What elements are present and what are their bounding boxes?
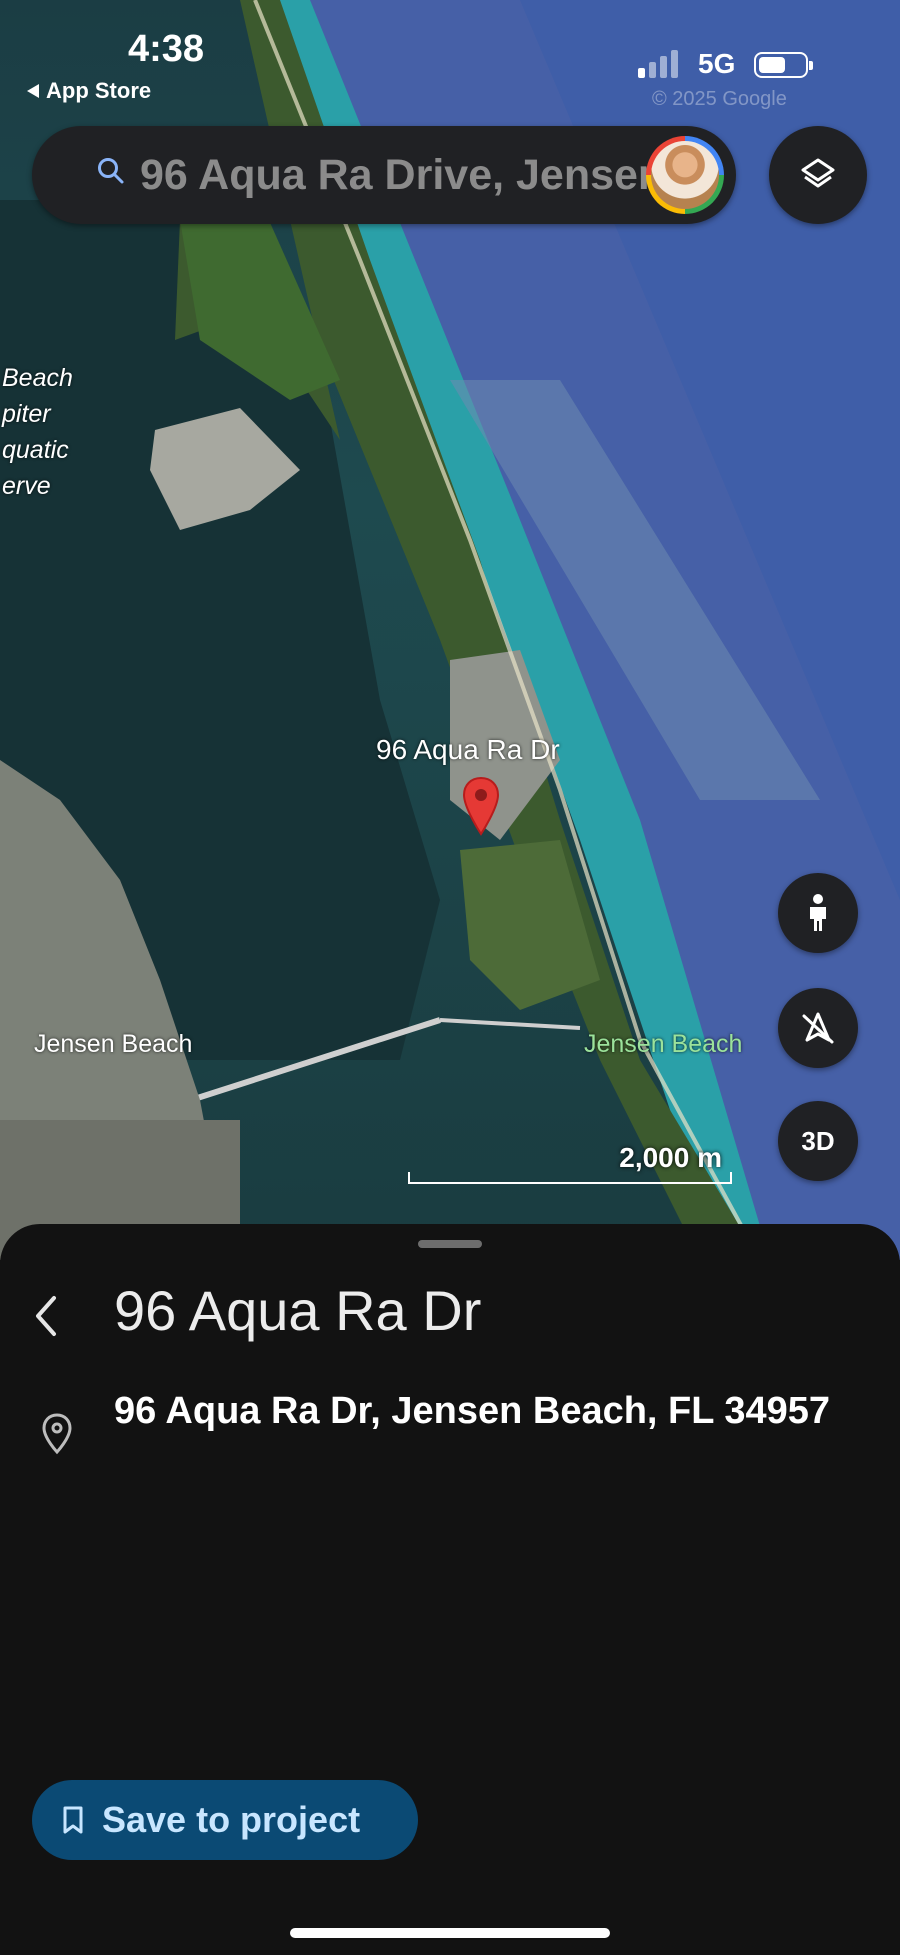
search-bar[interactable]: 96 Aqua Ra Drive, Jensen Beach xyxy=(32,126,736,224)
network-type: 5G xyxy=(698,48,736,79)
pin-label: 96 Aqua Ra Dr xyxy=(376,734,560,765)
place-address: 96 Aqua Ra Dr, Jensen Beach, FL 34957 xyxy=(114,1390,831,1432)
place-details-sheet: 96 Aqua Ra Dr 96 Aqua Ra Dr, Jensen Beac… xyxy=(0,1224,900,1955)
status-bar: 4:38 App Store 5G © 2025 Google xyxy=(0,0,900,110)
layers-icon xyxy=(801,158,835,188)
save-to-project-label: Save to project xyxy=(102,1799,361,1840)
status-time: 4:38 xyxy=(128,28,205,70)
signal-icon xyxy=(638,50,678,78)
back-app-label: App Store xyxy=(46,78,152,103)
location-pin-icon[interactable] xyxy=(462,776,500,838)
pegman-icon xyxy=(810,894,826,931)
drag-handle[interactable] xyxy=(418,1240,482,1248)
map-label-jensen-beach-east: Jensen Beach xyxy=(584,1030,743,1058)
map-label-piter: piter xyxy=(2,400,51,428)
scale-bar xyxy=(408,1172,732,1184)
back-to-app-store[interactable]: App Store xyxy=(26,78,151,104)
map-label-erve: erve xyxy=(2,472,51,500)
map-label-jensen-beach-west: Jensen Beach xyxy=(34,1030,193,1058)
battery-icon xyxy=(754,52,813,78)
save-to-project-button[interactable]: Save to project xyxy=(32,1780,418,1860)
map-label-quatic: quatic xyxy=(2,436,69,464)
street-view-button[interactable] xyxy=(778,873,858,953)
satellite-map[interactable]: 4:38 App Store 5G © 2025 Google 96 Aqua … xyxy=(0,0,900,1260)
3d-toggle-button[interactable]: 3D xyxy=(778,1101,858,1181)
search-icon xyxy=(98,158,124,184)
avatar[interactable] xyxy=(646,136,724,214)
back-triangle-icon xyxy=(27,84,39,98)
layers-button[interactable] xyxy=(769,126,867,224)
scale-label: 2,000 m xyxy=(619,1142,722,1173)
map-copyright: © 2025 Google xyxy=(652,88,787,110)
bookmark-icon xyxy=(63,1806,83,1834)
place-title: 96 Aqua Ra Dr xyxy=(114,1279,482,1342)
navigation-off-icon xyxy=(802,1012,834,1044)
location-outline-icon xyxy=(42,1413,72,1455)
home-indicator[interactable] xyxy=(290,1928,610,1938)
map-label-beach: Beach xyxy=(2,364,73,392)
compass-button[interactable] xyxy=(778,988,858,1068)
back-chevron-icon[interactable] xyxy=(30,1292,64,1340)
search-input[interactable]: 96 Aqua Ra Drive, Jensen Beach xyxy=(140,148,670,202)
